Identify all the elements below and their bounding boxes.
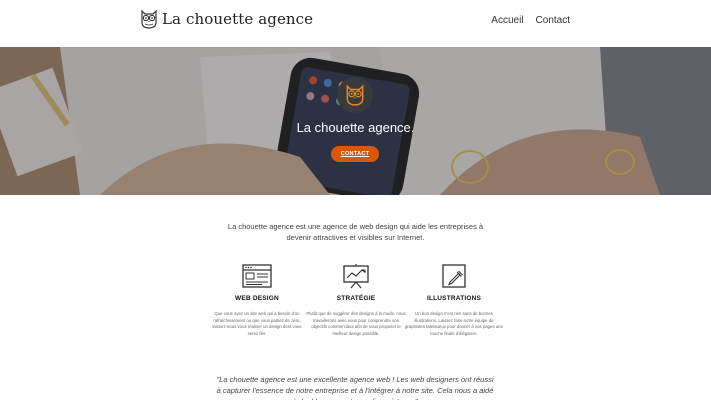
logo-text: La chouette agence — [162, 10, 314, 28]
owl-icon — [346, 84, 364, 106]
main-nav: Accueil Contact — [491, 15, 570, 26]
hero-banner: La chouette agence. CONTACT — [0, 47, 711, 195]
hero-title: La chouette agence. — [296, 120, 415, 135]
pencil-icon — [442, 264, 466, 288]
feature-web-design: WEB DESIGN Que vous ayez un site web qui… — [207, 263, 307, 337]
site-header: La chouette agence Accueil Contact — [0, 0, 711, 47]
owl-icon — [141, 9, 157, 29]
testimonial-quote: "La chouette agence est une excellente a… — [216, 375, 494, 400]
presentation-chart-icon — [343, 264, 369, 289]
feature-strategie: STRATÉGIE Plutôt que de suggérer des des… — [306, 263, 406, 337]
nav-link-contact[interactable]: Contact — [536, 15, 570, 26]
feature-description: Plutôt que de suggérer des designs à la … — [306, 311, 406, 336]
intro-text: La chouette agence est une agence de web… — [227, 222, 484, 242]
feature-illustrations: ILLUSTRATIONS Un bon design n'est rien s… — [404, 263, 504, 337]
feature-title: ILLUSTRATIONS — [426, 295, 482, 302]
feature-description: Que vous ayez un site web qui a besoin d… — [212, 311, 302, 336]
feature-title: WEB DESIGN — [235, 295, 279, 302]
hero-owl-badge — [337, 77, 373, 113]
hero-contact-button[interactable]: CONTACT — [331, 146, 379, 162]
feature-description: Un bon design n'est rien sans de bonnes … — [405, 311, 503, 336]
nav-link-accueil[interactable]: Accueil — [491, 15, 523, 26]
site-logo[interactable]: La chouette agence — [140, 9, 313, 29]
browser-window-icon — [242, 264, 272, 288]
feature-title: STRATÉGIE — [336, 295, 376, 302]
